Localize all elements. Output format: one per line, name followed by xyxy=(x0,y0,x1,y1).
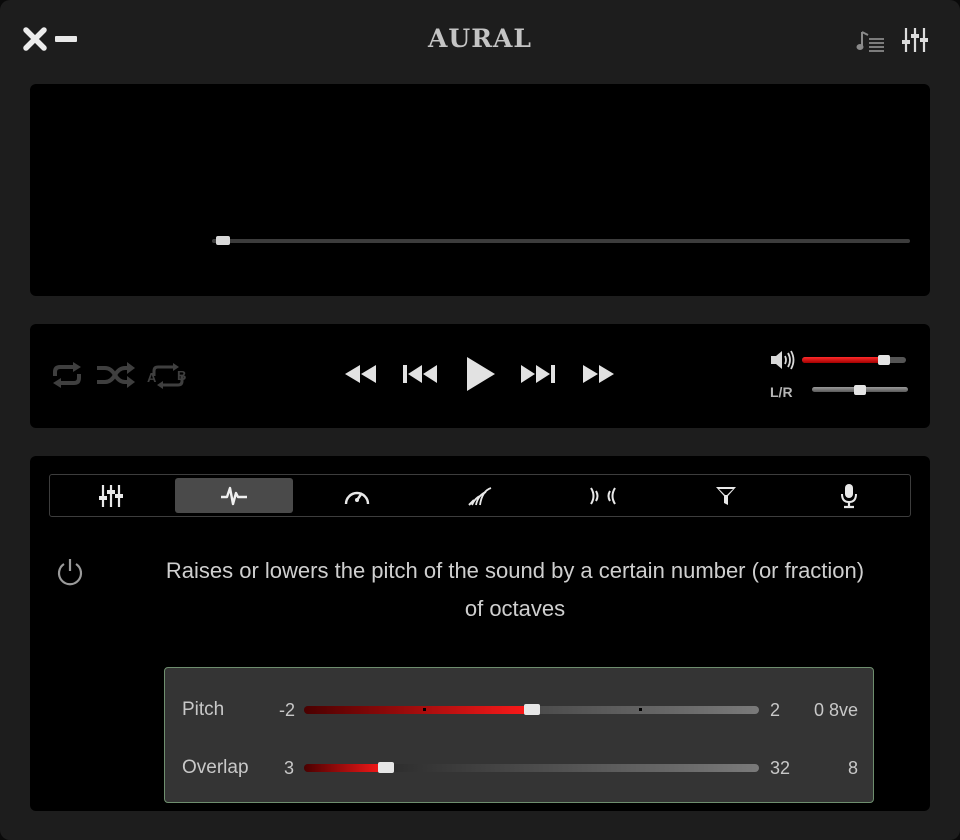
volume-slider[interactable] xyxy=(802,357,906,363)
visualizer-panel xyxy=(30,84,930,296)
tab-time-stretch[interactable] xyxy=(298,478,416,513)
shuffle-icon[interactable] xyxy=(95,360,137,390)
volume-icon[interactable] xyxy=(770,349,796,371)
tab-reverb[interactable] xyxy=(421,478,539,513)
delay-icon xyxy=(590,486,616,505)
power-icon[interactable] xyxy=(55,556,85,588)
overlap-value: 8 xyxy=(847,758,858,778)
volume-knob[interactable] xyxy=(878,355,891,365)
pitch-fill xyxy=(304,706,532,714)
app-title: AURAL xyxy=(428,24,532,53)
pitch-max: 2 xyxy=(770,700,781,720)
svg-text:B: B xyxy=(177,368,186,383)
play-icon[interactable] xyxy=(465,356,497,392)
tab-delay[interactable] xyxy=(544,478,662,513)
speedometer-icon xyxy=(344,491,370,504)
pan-knob[interactable] xyxy=(854,385,866,395)
reverb-icon xyxy=(468,486,492,506)
pitch-min: -2 xyxy=(278,700,295,720)
playlist-icon[interactable] xyxy=(856,28,886,54)
tab-equalizer[interactable] xyxy=(52,478,170,513)
next-track-icon[interactable] xyxy=(520,364,556,384)
overlap-label: Overlap xyxy=(182,757,249,778)
seek-bar[interactable] xyxy=(212,239,910,243)
pitch-label: Pitch xyxy=(182,699,225,720)
seek-forward-icon[interactable] xyxy=(582,364,616,384)
pitch-tick xyxy=(423,708,426,711)
overlap-knob[interactable] xyxy=(377,762,394,773)
app-window: AURAL A B L/R Raises or lowers the pitch… xyxy=(0,0,960,840)
overlap-fill xyxy=(304,764,386,772)
seek-bar-knob[interactable] xyxy=(216,236,230,245)
title-bar: AURAL xyxy=(0,0,960,80)
pitch-icon xyxy=(221,486,247,505)
repeat-icon[interactable] xyxy=(49,360,85,390)
overlap-slider[interactable] xyxy=(304,764,759,772)
pan-label: L/R xyxy=(770,384,793,400)
microphone-icon xyxy=(841,483,857,508)
seek-backward-icon[interactable] xyxy=(344,364,378,384)
pitch-tick xyxy=(639,708,642,711)
tab-pitch[interactable] xyxy=(175,478,293,513)
overlap-min: 3 xyxy=(283,758,294,778)
tab-filter[interactable] xyxy=(667,478,785,513)
equalizer-icon xyxy=(99,484,123,507)
ab-loop-icon[interactable]: A B xyxy=(146,360,190,392)
filter-icon xyxy=(716,486,736,505)
tab-recorder[interactable] xyxy=(790,478,908,513)
pitch-knob[interactable] xyxy=(523,704,540,715)
svg-text:A: A xyxy=(147,370,157,385)
previous-track-icon[interactable] xyxy=(402,364,438,384)
effect-description: Raises or lowers the pitch of the sound … xyxy=(165,558,865,621)
pitch-value: 0 8ve xyxy=(813,700,858,720)
equalizer-icon[interactable] xyxy=(900,26,930,54)
pitch-parameters xyxy=(164,667,874,803)
volume-fill xyxy=(802,357,891,363)
